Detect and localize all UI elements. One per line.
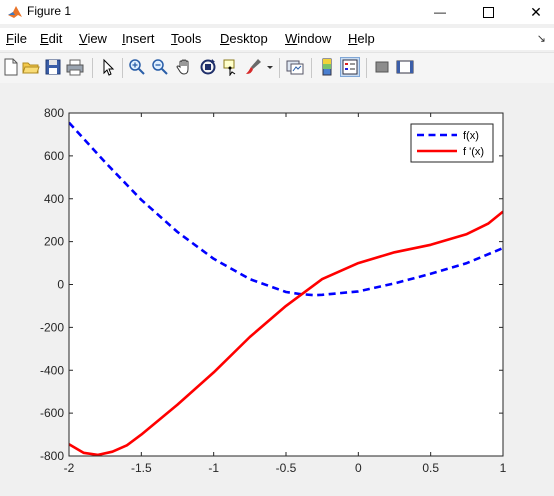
pan-hand-icon[interactable]: [175, 58, 193, 76]
menu-window[interactable]: Window: [285, 31, 331, 46]
menu-help[interactable]: Help: [348, 31, 375, 46]
figure-canvas: -2 -1.5 -1 -0.5 0 0.5 1 800 600 400 200 0 -200 -400 -6…: [0, 83, 554, 496]
brush-icon[interactable]: [244, 58, 262, 76]
y-tick-label: -400: [40, 363, 64, 377]
x-tick-label: -2: [64, 461, 75, 475]
toolbar-separator: [366, 58, 367, 78]
x-tick-label: 0.5: [422, 461, 439, 475]
minimize-button[interactable]: —: [423, 0, 457, 24]
maximize-icon: [482, 6, 494, 18]
y-tick-label: -200: [40, 320, 64, 334]
rotate-3d-icon[interactable]: [199, 58, 217, 76]
y-tick-label: -800: [40, 449, 64, 463]
data-cursor-icon[interactable]: [222, 58, 240, 76]
colorbar-icon[interactable]: [318, 58, 336, 76]
x-tick-label: -1: [208, 461, 219, 475]
x-tick-label: 1: [500, 461, 507, 475]
x-tick-label: -0.5: [276, 461, 297, 475]
new-figure-icon[interactable]: [2, 58, 20, 76]
menu-insert[interactable]: Insert: [122, 31, 155, 46]
y-tick-label: 600: [44, 149, 64, 163]
toolbar-separator: [122, 58, 123, 78]
menu-file[interactable]: File: [6, 31, 27, 46]
open-file-icon[interactable]: [22, 58, 40, 76]
hide-plot-tools-icon[interactable]: [373, 58, 391, 76]
figure-toolbar: [0, 52, 554, 84]
brush-dropdown-icon[interactable]: [266, 58, 274, 76]
close-button[interactable]: ✕: [519, 0, 553, 24]
y-tick-label: 200: [44, 235, 64, 249]
show-plot-tools-icon[interactable]: [396, 58, 414, 76]
y-tick-label: 0: [57, 278, 64, 292]
menu-view[interactable]: View: [79, 31, 107, 46]
window-title: Figure 1: [27, 4, 72, 18]
plot-area: [69, 113, 503, 456]
zoom-out-icon[interactable]: [151, 58, 169, 76]
line-chart[interactable]: -2 -1.5 -1 -0.5 0 0.5 1 800 600 400 200 0 -200 -400 -6…: [0, 83, 554, 496]
x-tick-label: 0: [355, 461, 362, 475]
x-tick-label: -1.5: [131, 461, 152, 475]
save-icon[interactable]: [44, 58, 62, 76]
toolbar-separator: [92, 58, 93, 78]
menu-bar: File Edit View Insert Tools Desktop Wind…: [0, 28, 554, 50]
toolbar-separator: [279, 58, 280, 78]
menu-tools[interactable]: Tools: [171, 31, 201, 46]
menu-edit[interactable]: Edit: [40, 31, 62, 46]
title-bar: Figure 1 — ✕: [0, 0, 554, 24]
zoom-in-icon[interactable]: [128, 58, 146, 76]
legend-label: f(x): [463, 130, 479, 142]
y-tick-label: 800: [44, 106, 64, 120]
toolbar-separator: [311, 58, 312, 78]
dock-figure-button[interactable]: ↘: [537, 32, 546, 45]
menu-desktop[interactable]: Desktop: [220, 31, 268, 46]
y-tick-label: 400: [44, 192, 64, 206]
matlab-logo-icon: [8, 6, 22, 18]
link-plot-icon[interactable]: [286, 58, 304, 76]
y-tick-label: -600: [40, 406, 64, 420]
edit-plot-arrow-icon[interactable]: [99, 58, 117, 76]
legend-label: f '(x): [463, 146, 484, 158]
legend-icon[interactable]: [340, 57, 360, 77]
maximize-button[interactable]: [471, 0, 505, 24]
print-icon[interactable]: [66, 58, 84, 76]
